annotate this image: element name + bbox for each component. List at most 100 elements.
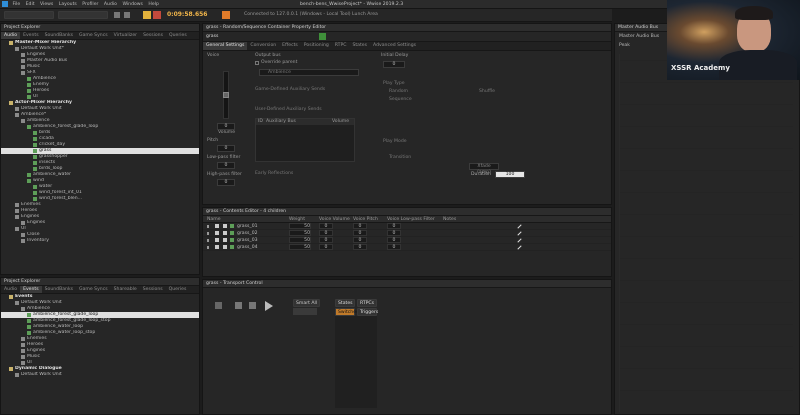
tab-events[interactable]: Events (20, 286, 42, 293)
stop-icon[interactable] (235, 302, 242, 309)
tab-soundbanks[interactable]: SoundBanks (42, 286, 76, 293)
tab-queries[interactable]: Queries (166, 286, 190, 293)
volume-value[interactable]: 0 (319, 244, 333, 250)
soundcaster-icon[interactable] (124, 12, 130, 18)
menu-layouts[interactable]: Layouts (59, 1, 77, 8)
tab-sessions[interactable]: Sessions (140, 286, 166, 293)
volume-fader[interactable] (223, 71, 229, 119)
highpass-value[interactable]: 0 (217, 179, 235, 186)
table-row[interactable]: grass_02 50 0 0 0 (203, 230, 611, 237)
edit-icon[interactable] (517, 224, 522, 229)
tab-game-syncs[interactable]: Game Syncs (76, 32, 111, 39)
table-row[interactable]: grass_03 50 0 0 0 (203, 237, 611, 244)
lowpass-value[interactable]: 0 (217, 162, 235, 169)
tab-effects[interactable]: Effects (279, 42, 301, 50)
volume-value[interactable]: 0 (217, 123, 235, 130)
tab-sessions[interactable]: Sessions (140, 32, 166, 39)
weight-value[interactable]: 50 (289, 244, 311, 250)
capture-icon[interactable] (222, 11, 230, 19)
platform-select[interactable] (4, 11, 54, 19)
checkbox-icon[interactable] (215, 245, 219, 249)
tree-item-label: Music (27, 354, 41, 359)
tab-audio[interactable]: Audio (1, 286, 20, 293)
checkbox-icon[interactable] (223, 224, 227, 228)
checkbox-icon[interactable] (223, 238, 227, 242)
lpf-value[interactable]: 0 (387, 223, 401, 229)
volume-value[interactable]: 0 (319, 223, 333, 229)
tree-item-label: SFX (27, 70, 36, 75)
tab-audio[interactable]: Audio (1, 32, 21, 39)
remote-icon[interactable] (114, 12, 120, 18)
pitch-value[interactable]: 0 (353, 230, 367, 236)
tree-item-label: Master-Mixer Hierarchy (15, 40, 77, 45)
lpf-value[interactable]: 0 (387, 237, 401, 243)
edit-icon[interactable] (517, 238, 522, 243)
checkbox-icon[interactable] (215, 224, 219, 228)
pitch-value[interactable]: 0 (353, 237, 367, 243)
checkbox-icon[interactable] (215, 231, 219, 235)
menu-audio[interactable]: Audio (104, 1, 117, 8)
tab-rtpc[interactable]: RTPC (332, 42, 350, 50)
table-row[interactable]: grass_04 50 0 0 0 (203, 244, 611, 251)
lpf-value[interactable]: 0 (387, 244, 401, 250)
checkbox-icon[interactable] (223, 231, 227, 235)
weight-value[interactable]: 50 (289, 237, 311, 243)
tab-conversion[interactable]: Conversion (247, 42, 279, 50)
pause-icon[interactable] (249, 302, 256, 309)
menu-edit[interactable]: Edit (26, 1, 35, 8)
tab-queries[interactable]: Queries (166, 32, 190, 39)
tab-soundbanks[interactable]: SoundBanks (42, 32, 76, 39)
menu-views[interactable]: Views (40, 1, 53, 8)
duration-value[interactable]: 100 (495, 171, 525, 178)
xfade-select[interactable]: Xfade (amp) (469, 163, 499, 175)
col-voice-pitch: Voice Pitch (353, 217, 378, 222)
pause-icon[interactable] (215, 302, 222, 309)
menu-file[interactable]: File (12, 1, 20, 8)
language-select[interactable] (58, 11, 108, 19)
output-bus-field[interactable]: Ambience (259, 69, 359, 76)
tab-virtualizer[interactable]: Virtualizer (111, 32, 140, 39)
tab-game-syncs[interactable]: Game Syncs (76, 286, 111, 293)
connection-status: Connected to 127.0.0.1 (Windows - Local … (244, 12, 378, 17)
initial-delay-value[interactable]: 0 (383, 61, 405, 68)
triggers-button[interactable]: Triggers (357, 308, 378, 316)
pitch-value[interactable]: 0 (353, 244, 367, 250)
edit-icon[interactable] (517, 231, 522, 236)
tree-item[interactable]: Inventory (1, 238, 199, 244)
meter-gridline (620, 390, 793, 391)
volume-value[interactable]: 0 (319, 237, 333, 243)
lpf-value[interactable]: 0 (387, 230, 401, 236)
pitch-value[interactable]: 0 (353, 223, 367, 229)
tree-item[interactable]: Default Work Unit (1, 372, 199, 378)
tab-general-settings[interactable]: General Settings (203, 42, 248, 50)
play-icon[interactable] (265, 301, 273, 311)
rtpcs-button[interactable]: RTPCs (357, 299, 377, 307)
object-icon (15, 373, 19, 377)
pitch-value[interactable]: 0 (217, 145, 235, 152)
checkbox-icon[interactable] (215, 238, 219, 242)
tab-states[interactable]: States (349, 42, 370, 50)
tab-positioning[interactable]: Positioning (301, 42, 332, 50)
fader-knob[interactable] (223, 92, 229, 98)
pause-icon[interactable] (143, 11, 151, 19)
tab-events[interactable]: Events (20, 32, 42, 39)
transport-extra-button[interactable] (293, 308, 317, 315)
menu-windows[interactable]: Windows (122, 1, 143, 8)
menu-help[interactable]: Help (148, 1, 158, 8)
edit-icon[interactable] (517, 245, 522, 250)
volume-value[interactable]: 0 (319, 230, 333, 236)
weight-value[interactable]: 50 (289, 230, 311, 236)
weight-value[interactable]: 50 (289, 223, 311, 229)
states-button[interactable]: States (335, 299, 355, 307)
menu-profiler[interactable]: Profiler (82, 1, 98, 8)
table-row[interactable]: grass_01 50 0 0 0 (203, 223, 611, 230)
smart-all-button[interactable]: Smart All (293, 299, 321, 307)
override-parent-checkbox[interactable] (255, 61, 259, 65)
checkbox-icon[interactable] (223, 245, 227, 249)
expand-icon (207, 225, 210, 228)
tab-advanced-settings[interactable]: Advanced Settings (370, 42, 419, 50)
stop-icon[interactable] (153, 11, 161, 19)
tab-shareable[interactable]: Shareable (111, 286, 140, 293)
aux-col-id: ID (258, 119, 263, 124)
switches-button[interactable]: Switches (335, 308, 358, 316)
